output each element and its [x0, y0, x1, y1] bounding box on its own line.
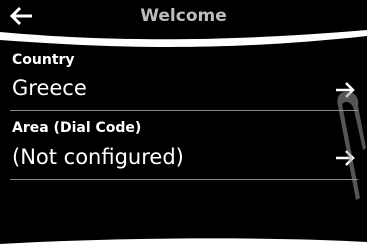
setting-row-area-code[interactable]: Area (Dial Code) (Not configured) — [10, 118, 360, 176]
setting-value: Greece — [12, 76, 87, 100]
divider — [10, 179, 358, 180]
arrow-right-icon — [336, 150, 355, 166]
setting-row-country[interactable]: Country Greece — [10, 50, 360, 106]
header-bar: Welcome — [0, 0, 367, 40]
arrow-right-icon — [336, 82, 355, 98]
phone-screen: Welcome Country Greece Area (Dial Code) … — [0, 0, 367, 248]
divider — [10, 110, 358, 111]
setting-label: Area (Dial Code) — [12, 120, 142, 136]
setting-value: (Not configured) — [12, 145, 184, 169]
page-title: Welcome — [140, 6, 227, 26]
setting-label: Country — [12, 52, 75, 68]
